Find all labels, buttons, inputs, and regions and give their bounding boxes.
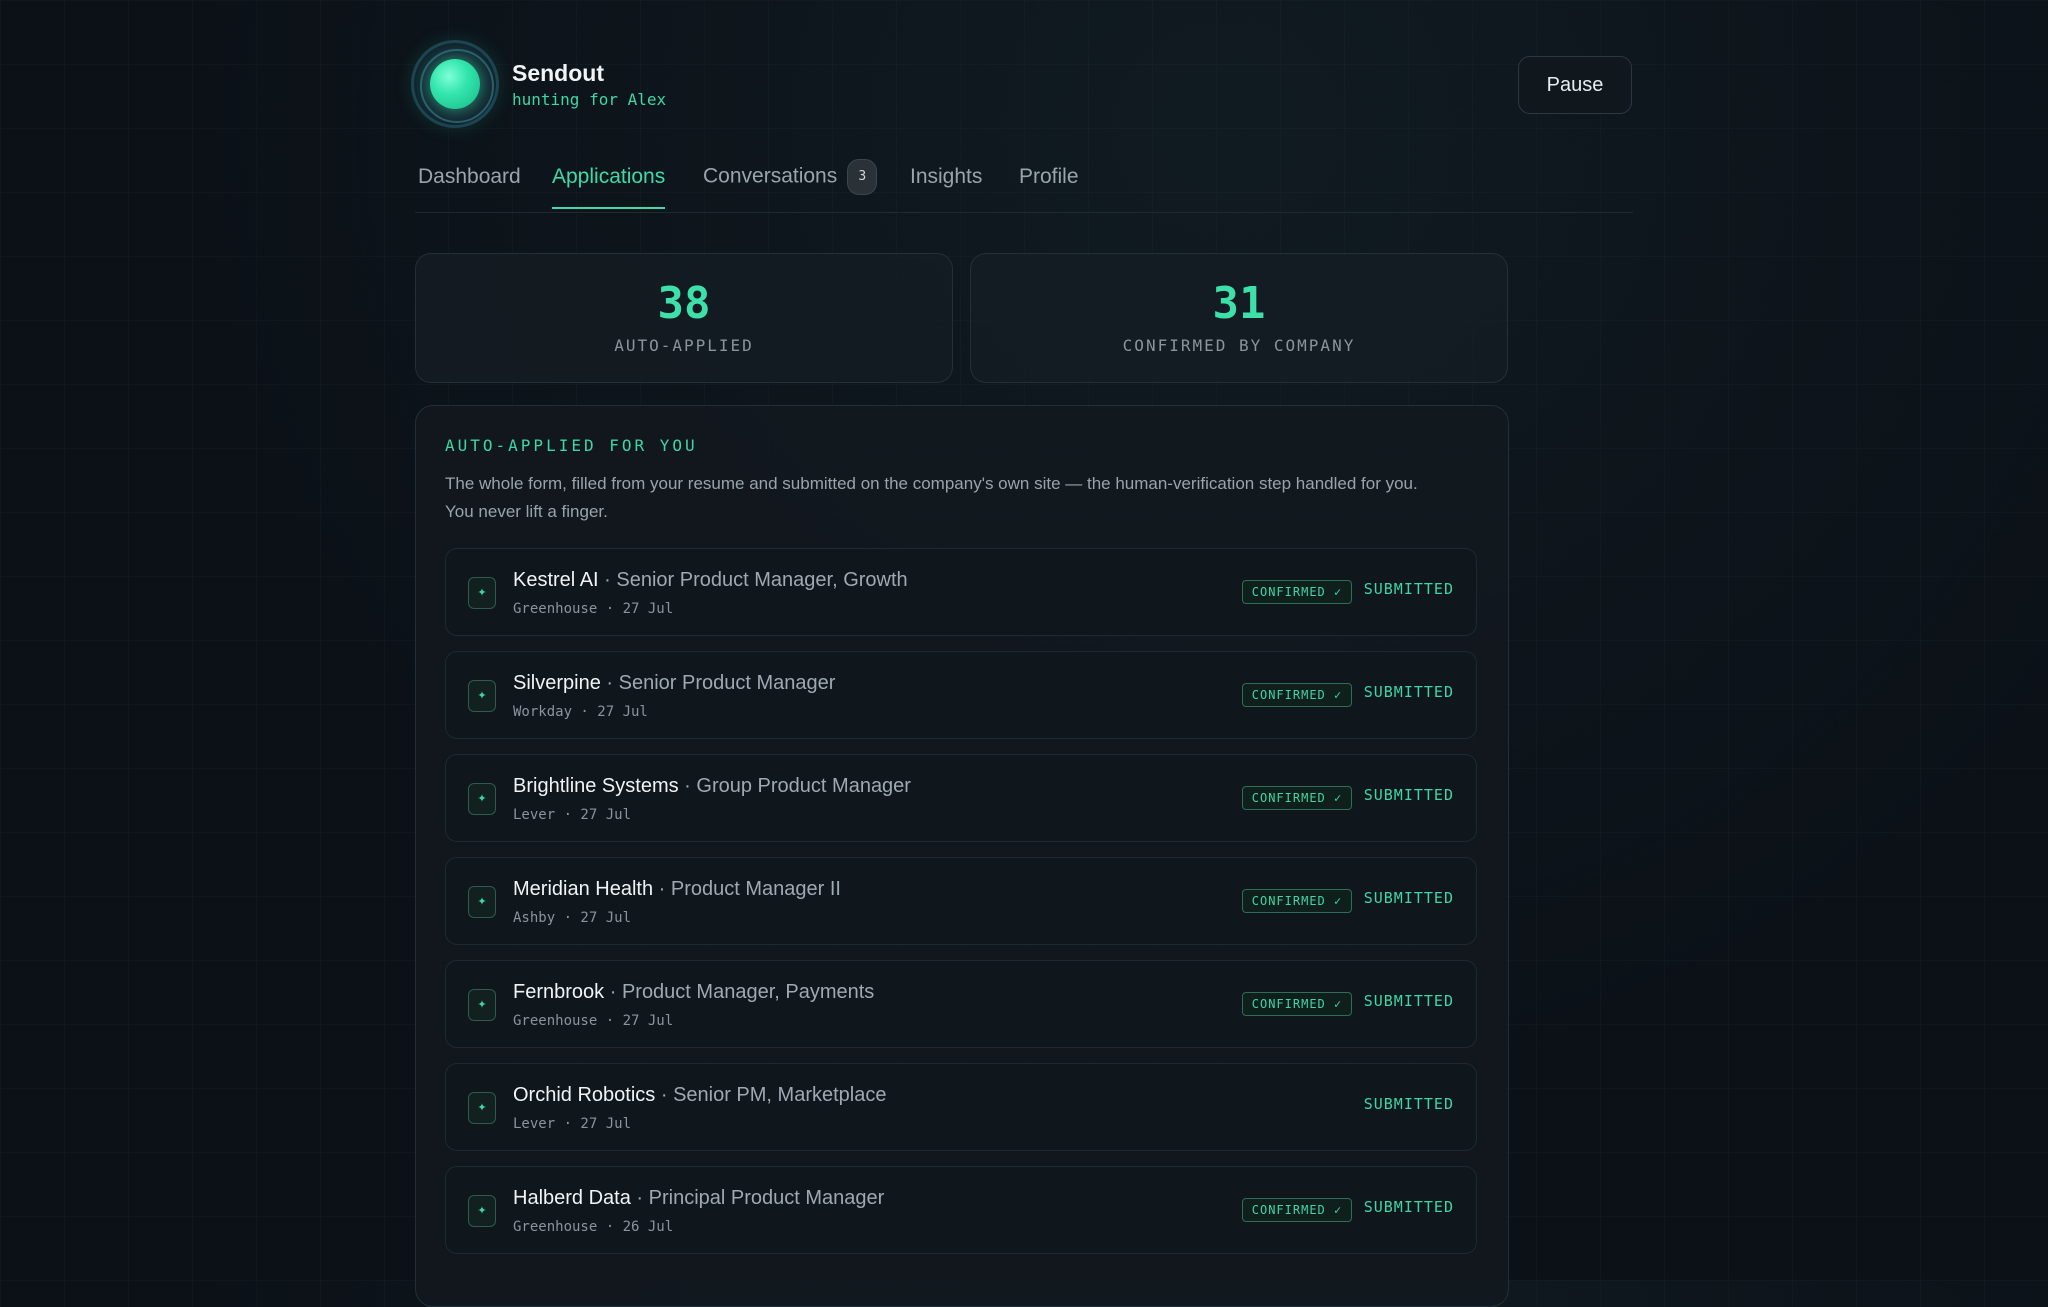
company-name: Halberd Data	[513, 1187, 631, 1209]
application-meta: Ashby · 27 Jul	[513, 910, 632, 926]
confirmed-count: 31	[1212, 278, 1266, 329]
title-separator: ·	[653, 878, 671, 900]
sparkle-icon: ✦	[468, 1092, 496, 1124]
status-label: SUBMITTED	[1363, 1095, 1454, 1113]
tab-label: Profile	[1019, 165, 1079, 188]
sparkle-icon: ✦	[468, 989, 496, 1021]
tab-label: Insights	[910, 165, 983, 188]
company-name: Kestrel AI	[513, 569, 599, 591]
auto-applied-label: AUTO-APPLIED	[614, 336, 754, 355]
panel-title: AUTO-APPLIED FOR YOU	[445, 436, 698, 455]
tab-profile[interactable]: Profile	[1019, 165, 1079, 207]
confirmed-label: CONFIRMED BY COMPANY	[1122, 336, 1356, 355]
application-row[interactable]: ✦ Kestrel AI · Senior Product Manager, Gr…	[445, 548, 1477, 636]
application-title: Orchid Robotics · Senior PM, Marketplace	[513, 1084, 886, 1107]
auto-applied-panel: AUTO-APPLIED FOR YOU The whole form, fil…	[415, 405, 1509, 1307]
tab-dashboard[interactable]: Dashboard	[418, 165, 521, 207]
title-separator: ·	[678, 775, 697, 797]
brand-subtitle: hunting for Alex	[512, 90, 667, 109]
tab-bar: Dashboard Applications Conversations 3 In…	[415, 150, 1633, 213]
tab-label: Dashboard	[418, 165, 521, 188]
auto-applied-stat-card: 38 AUTO-APPLIED	[415, 253, 953, 383]
application-title: Halberd Data · Principal Product Manager	[513, 1187, 884, 1210]
application-meta: Workday · 27 Jul	[513, 704, 648, 720]
title-separator: ·	[655, 1084, 674, 1106]
company-name: Fernbrook	[513, 981, 605, 1003]
sparkle-icon: ✦	[468, 680, 496, 712]
application-title: Brightline Systems · Group Product Manag…	[513, 775, 911, 798]
status-label: SUBMITTED	[1363, 1198, 1454, 1216]
application-title: Fernbrook · Product Manager, Payments	[513, 981, 874, 1004]
auto-applied-count: 38	[657, 278, 711, 329]
application-meta: Lever · 27 Jul	[513, 1116, 632, 1132]
application-meta: Lever · 27 Jul	[513, 807, 632, 823]
application-meta: Greenhouse · 26 Jul	[513, 1219, 674, 1235]
role-name: Senior PM, Marketplace	[673, 1084, 887, 1106]
sparkle-icon: ✦	[468, 1195, 496, 1227]
application-row[interactable]: ✦ Meridian Health · Product Manager II Ash…	[445, 857, 1477, 945]
status-label: SUBMITTED	[1363, 786, 1454, 804]
application-row[interactable]: ✦ Brightline Systems · Group Product Mana…	[445, 754, 1477, 842]
brand-name: Sendout	[512, 60, 604, 86]
company-name: Brightline Systems	[513, 775, 679, 797]
sparkle-icon: ✦	[468, 783, 496, 815]
status-label: SUBMITTED	[1363, 992, 1454, 1010]
confirmed-badge: CONFIRMED ✓	[1242, 683, 1352, 707]
confirmed-badge: CONFIRMED ✓	[1242, 1198, 1352, 1222]
application-title: Silverpine · Senior Product Manager	[513, 672, 835, 695]
application-row[interactable]: ✦ Silverpine · Senior Product Manager Work…	[445, 651, 1477, 739]
application-title: Kestrel AI · Senior Product Manager, Gro…	[513, 569, 908, 592]
app-header: Sendout hunting for Alex Pause	[411, 40, 1633, 130]
confirmed-badge: CONFIRMED ✓	[1242, 786, 1352, 810]
role-name: Principal Product Manager	[648, 1187, 885, 1209]
panel-description: The whole form, filled from your resume …	[445, 474, 1418, 521]
confirmed-stat-card: 31 CONFIRMED BY COMPANY	[970, 253, 1508, 383]
role-name: Senior Product Manager, Growth	[616, 569, 908, 591]
tab-label: Conversations	[703, 164, 838, 188]
tab-insights[interactable]: Insights	[910, 165, 982, 207]
application-row[interactable]: ✦ Orchid Robotics · Senior PM, Marketplac…	[445, 1063, 1477, 1151]
tab-conversations[interactable]: Conversations 3	[703, 159, 878, 213]
conversations-count-badge: 3	[847, 159, 878, 195]
application-list: ✦ Kestrel AI · Senior Product Manager, Gr…	[445, 548, 1477, 1269]
confirmed-badge: CONFIRMED ✓	[1242, 992, 1352, 1016]
pause-button[interactable]: Pause	[1518, 56, 1632, 114]
application-meta: Greenhouse · 27 Jul	[513, 1013, 674, 1029]
confirmed-badge: CONFIRMED ✓	[1242, 889, 1352, 913]
title-separator: ·	[600, 672, 619, 694]
application-meta: Greenhouse · 27 Jul	[513, 601, 674, 617]
role-name: Product Manager, Payments	[621, 981, 875, 1003]
confirmed-badge: CONFIRMED ✓	[1242, 580, 1352, 604]
status-label: SUBMITTED	[1363, 889, 1454, 907]
tab-applications[interactable]: Applications	[552, 165, 666, 209]
application-row[interactable]: ✦ Fernbrook · Product Manager, Payments Gr…	[445, 960, 1477, 1048]
application-title: Meridian Health · Product Manager II	[513, 878, 841, 901]
status-label: SUBMITTED	[1363, 683, 1454, 701]
logo-core	[430, 59, 480, 109]
application-row[interactable]: ✦ Halberd Data · Principal Product Manage…	[445, 1166, 1477, 1254]
role-name: Group Product Manager	[696, 775, 911, 797]
title-separator: ·	[598, 569, 617, 591]
company-name: Silverpine	[513, 672, 601, 694]
orb-logo-icon	[411, 40, 499, 128]
status-label: SUBMITTED	[1363, 580, 1454, 598]
sparkle-icon: ✦	[468, 886, 496, 918]
company-name: Orchid Robotics	[513, 1084, 656, 1106]
company-name: Meridian Health	[513, 878, 654, 900]
title-separator: ·	[604, 981, 622, 1003]
role-name: Senior Product Manager	[618, 672, 836, 694]
role-name: Product Manager II	[670, 878, 841, 900]
title-separator: ·	[630, 1187, 649, 1209]
sparkle-icon: ✦	[468, 577, 496, 609]
tab-label: Applications	[552, 165, 666, 188]
